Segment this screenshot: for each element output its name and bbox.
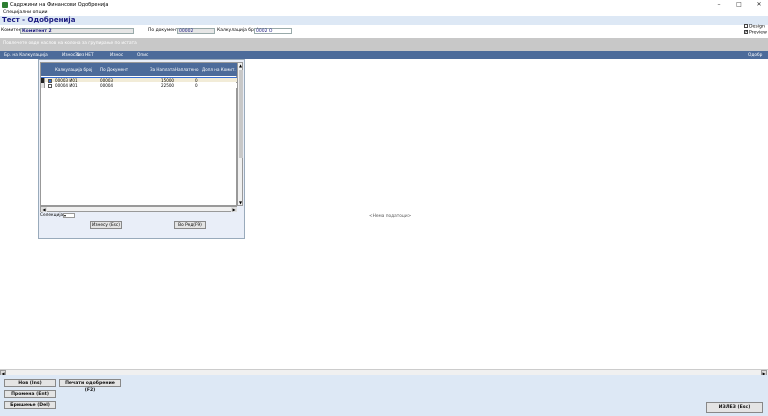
row-po-dokument: 00004 xyxy=(100,83,114,88)
design-checkbox-label: Design xyxy=(749,24,765,30)
row-naplateno: 0 xyxy=(195,83,198,88)
popup-col-po-dokument[interactable]: По Документ xyxy=(100,67,128,72)
selection-dropdown[interactable]: ▾ xyxy=(63,213,75,218)
window-title: Садржини на Финансови Одобренија xyxy=(10,2,109,8)
popup-scroll-left-icon[interactable]: ◀ xyxy=(41,207,47,212)
app-window: Садржини на Финансови Одобренија – □ ✕ С… xyxy=(0,0,768,416)
app-icon xyxy=(2,2,8,8)
col-net[interactable]: НЕТ xyxy=(85,53,94,58)
kalkulacija-field[interactable]: 0002 О xyxy=(254,27,292,34)
col-za[interactable]: За xyxy=(75,53,80,58)
popup-grid-header: Калкулација број По Документ За Наплата … xyxy=(41,63,238,76)
scroll-up-arrow-icon[interactable]: ▲ xyxy=(238,63,243,69)
po-dokument-field[interactable]: 00002 xyxy=(177,27,215,34)
row-select-checkbox[interactable] xyxy=(48,78,52,83)
page-title: Тест - Одобренија xyxy=(2,16,76,24)
popup-row[interactable]: 00004 И01 00004 22500 0 xyxy=(41,83,238,88)
popup-horizontal-scrollbar[interactable]: ◀ ▶ xyxy=(40,206,237,212)
popup-vertical-scrollbar[interactable]: ▲ ▼ xyxy=(237,62,243,206)
print-approval-button[interactable]: Печати одобрение (F2) xyxy=(59,379,121,393)
row-za-naplata: 22500 xyxy=(161,83,175,88)
close-button[interactable]: ✕ xyxy=(752,1,766,9)
edit-button[interactable]: Промена (Ent) xyxy=(4,390,56,398)
main-grid-header: Бр. на Калкулација Износ без За НЕТ Изно… xyxy=(0,51,768,59)
page-header: Тест - Одобренија xyxy=(0,16,768,25)
popup-col-naplateno[interactable]: Наплатено xyxy=(175,67,198,72)
col-opis[interactable]: Опис xyxy=(137,53,148,58)
maximize-button[interactable]: □ xyxy=(732,1,746,9)
preview-checkbox[interactable]: Preview xyxy=(744,29,768,36)
popup-cancel-button[interactable]: Изнесу (Esc) xyxy=(90,221,122,229)
delete-button[interactable]: Бришење (Del) xyxy=(4,401,56,409)
komitent-field[interactable]: Комитент 2 xyxy=(20,27,134,34)
selection-label: Селекција xyxy=(40,213,64,218)
scroll-down-arrow-icon[interactable]: ▼ xyxy=(238,200,243,206)
design-checkbox-box[interactable] xyxy=(744,24,748,28)
popup-scroll-right-icon[interactable]: ▶ xyxy=(231,207,237,212)
popup-col-za-naplata[interactable]: За Наплата xyxy=(150,67,175,72)
exit-button[interactable]: ИЗЛЕЗ (Esc) xyxy=(706,402,763,413)
new-button[interactable]: Нов (Ins) xyxy=(4,379,56,387)
preview-checkbox-label: Preview xyxy=(749,30,767,36)
row-kalkulacija: 00004 И01 xyxy=(55,83,78,88)
filter-bar: Комитент Комитент 2 По документ 00002 Ка… xyxy=(0,26,740,36)
calculation-picker-popup: Калкулација број По Документ За Наплата … xyxy=(38,59,245,239)
empty-grid-text: <Нема податоци> xyxy=(369,214,412,219)
title-bar: Садржини на Финансови Одобренија – □ ✕ xyxy=(0,0,768,10)
popup-to-row-button[interactable]: Во Ред(F9) xyxy=(174,221,206,229)
kalkulacija-label: Калкулација број xyxy=(217,28,258,33)
minimize-button[interactable]: – xyxy=(712,1,726,9)
group-by-hint: Повлечете овде наслов на колона за групи… xyxy=(3,41,137,46)
preview-checkbox-box[interactable] xyxy=(744,29,749,35)
popup-grid[interactable]: Калкулација број По Документ За Наплата … xyxy=(40,62,238,206)
bottom-bar: Нов (Ins) Печати одобрение (F2) Промена … xyxy=(0,375,768,416)
row-select-checkbox[interactable] xyxy=(48,83,52,88)
po-dokument-label: По документ xyxy=(148,28,179,33)
col-iznos[interactable]: Износ xyxy=(110,53,123,58)
col-kalkulacija[interactable]: Бр. на Калкулација xyxy=(4,53,48,58)
popup-col-kalkulacija[interactable]: Калкулација број xyxy=(55,67,92,72)
scroll-thumb[interactable] xyxy=(238,70,243,158)
popup-col-dopl-komit[interactable]: Допл на Комит. xyxy=(202,67,236,72)
row-indicator xyxy=(41,83,45,88)
col-iznos-bez[interactable]: Износ без xyxy=(62,53,84,58)
popup-row[interactable]: 00003 И01 00003 15000 0 xyxy=(41,77,238,83)
col-odobr[interactable]: Одобр xyxy=(748,53,762,58)
menu-special-options[interactable]: Специјални опции xyxy=(3,10,48,15)
group-by-area[interactable]: Повлечете овде наслов на колона за групи… xyxy=(0,38,768,51)
